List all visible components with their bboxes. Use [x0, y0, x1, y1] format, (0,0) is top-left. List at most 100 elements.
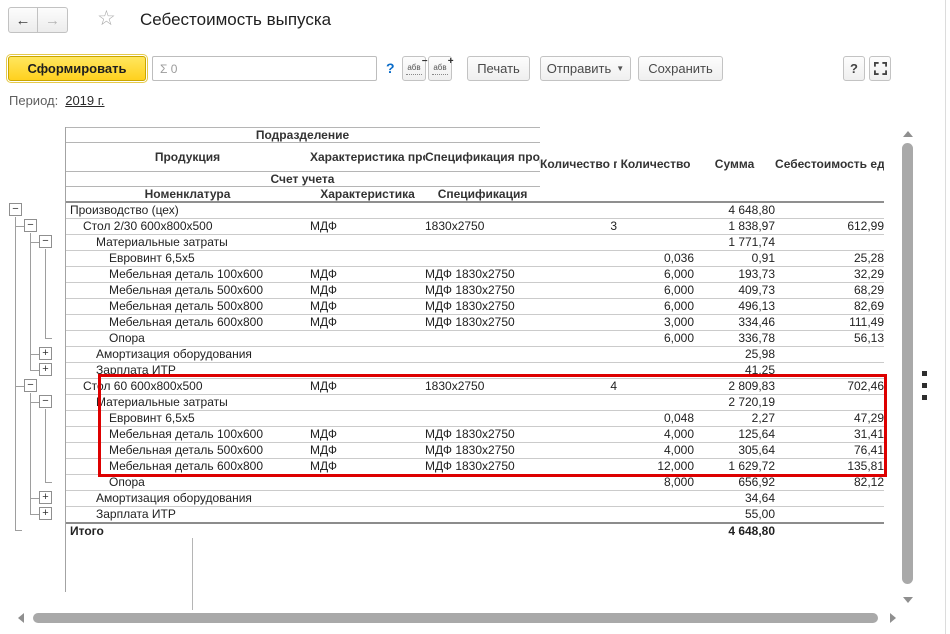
cell-qty-products[interactable] [540, 490, 618, 507]
expand-toggle-icon[interactable]: + [39, 363, 52, 376]
cell-characteristic[interactable]: МДФ [310, 218, 425, 235]
expand-toggle-icon[interactable]: + [39, 347, 52, 360]
cell-sum[interactable]: 34,64 [694, 490, 776, 507]
report-row[interactable]: Опора 6,000 336,78 56,13 [65, 330, 885, 347]
report-row[interactable]: Зарплата ИТР 55,00 [65, 506, 885, 524]
report-row[interactable]: Амортизация оборудования 25,98 [65, 346, 885, 363]
cell-characteristic[interactable] [310, 250, 425, 267]
collapse-toggle-icon[interactable]: − [24, 379, 37, 392]
cell-nomenclature[interactable]: Мебельная деталь 500x600 [65, 282, 310, 299]
cell-qty[interactable] [617, 234, 695, 251]
cell-unit-cost[interactable] [775, 490, 885, 507]
cell-specification[interactable]: 1830x2750 [425, 218, 541, 235]
cell-qty[interactable]: 6,000 [617, 266, 695, 283]
cell-unit-cost[interactable] [775, 346, 885, 363]
cell-qty[interactable]: 6,000 [617, 282, 695, 299]
cell-specification[interactable] [425, 346, 541, 363]
favorite-star-icon[interactable]: ☆ [97, 6, 116, 31]
cell-qty-products[interactable] [540, 314, 618, 331]
cell-nomenclature[interactable]: Мебельная деталь 600x800 [65, 314, 310, 331]
back-button[interactable]: ← [8, 7, 38, 33]
cell-sum[interactable]: 55,00 [694, 506, 776, 524]
report-row[interactable]: Мебельная деталь 100x600 МДФ МДФ 1830x2750… [65, 266, 885, 283]
cell-characteristic[interactable]: МДФ [310, 314, 425, 331]
cell-characteristic[interactable] [310, 522, 425, 539]
cell-sum[interactable]: 1 771,74 [694, 234, 776, 251]
vscroll-up-icon[interactable] [903, 131, 913, 137]
cell-qty[interactable] [617, 218, 695, 235]
cell-qty-products[interactable] [540, 298, 618, 315]
cell-nomenclature[interactable]: Стол 2/30 600x800x500 [65, 218, 310, 235]
autosum-field[interactable]: Σ 0 [152, 56, 377, 81]
period-value-link[interactable]: 2019 г. [65, 93, 104, 108]
expand-groups-button[interactable]: абв + [428, 56, 454, 81]
cell-qty-products[interactable]: 3 [540, 218, 618, 235]
save-button[interactable]: Сохранить [638, 56, 723, 81]
collapse-toggle-icon[interactable]: − [24, 219, 37, 232]
cell-specification[interactable] [425, 506, 541, 524]
cell-qty[interactable] [617, 202, 695, 219]
horizontal-scrollbar[interactable] [33, 613, 878, 623]
cell-qty-products[interactable] [540, 202, 618, 219]
cell-unit-cost[interactable]: 56,13 [775, 330, 885, 347]
report-row[interactable]: Материальные затраты 1 771,74 [65, 234, 885, 251]
cell-unit-cost[interactable] [775, 522, 885, 539]
cell-characteristic[interactable] [310, 506, 425, 524]
report-row[interactable]: Мебельная деталь 500x600 МДФ МДФ 1830x2750… [65, 282, 885, 299]
cell-nomenclature[interactable]: Амортизация оборудования [65, 490, 310, 507]
cell-sum[interactable]: 4 648,80 [694, 202, 776, 219]
cell-qty[interactable] [617, 522, 695, 539]
collapse-toggle-icon[interactable]: − [39, 235, 52, 248]
cell-characteristic[interactable] [310, 234, 425, 251]
cell-sum[interactable]: 193,73 [694, 266, 776, 283]
cell-specification[interactable]: МДФ 1830x2750 [425, 298, 541, 315]
cell-nomenclature[interactable]: Амортизация оборудования [65, 346, 310, 363]
cell-unit-cost[interactable]: 68,29 [775, 282, 885, 299]
cell-qty-products[interactable] [540, 282, 618, 299]
cell-sum[interactable]: 334,46 [694, 314, 776, 331]
cell-characteristic[interactable]: МДФ [310, 266, 425, 283]
cell-qty-products[interactable] [540, 522, 618, 539]
report-row[interactable]: Стол 2/30 600x800x500 МДФ 1830x2750 3 1 838,… [65, 218, 885, 235]
autosum-help-link[interactable]: ? [386, 60, 395, 76]
forward-button[interactable]: → [38, 7, 68, 33]
cell-characteristic[interactable] [310, 346, 425, 363]
cell-qty-products[interactable] [540, 250, 618, 267]
cell-nomenclature[interactable]: Материальные затраты [65, 234, 310, 251]
cell-sum[interactable]: 4 648,80 [694, 522, 776, 539]
cell-specification[interactable] [425, 202, 541, 219]
cell-characteristic[interactable]: МДФ [310, 282, 425, 299]
cell-sum[interactable]: 336,78 [694, 330, 776, 347]
cell-sum[interactable]: 1 838,97 [694, 218, 776, 235]
cell-specification[interactable] [425, 330, 541, 347]
vertical-scrollbar[interactable] [902, 143, 913, 584]
cell-nomenclature[interactable]: Итого [65, 522, 310, 539]
cell-nomenclature[interactable]: Мебельная деталь 500x800 [65, 298, 310, 315]
cell-nomenclature[interactable]: Производство (цех) [65, 202, 310, 219]
generate-button[interactable]: Сформировать [8, 56, 146, 81]
cell-characteristic[interactable] [310, 490, 425, 507]
cell-sum[interactable]: 25,98 [694, 346, 776, 363]
cell-unit-cost[interactable]: 612,99 [775, 218, 885, 235]
cell-sum[interactable]: 0,91 [694, 250, 776, 267]
cell-qty-products[interactable] [540, 330, 618, 347]
cell-specification[interactable] [425, 522, 541, 539]
cell-qty-products[interactable] [540, 506, 618, 524]
collapse-toggle-icon[interactable]: − [39, 395, 52, 408]
cell-qty[interactable] [617, 490, 695, 507]
help-button[interactable]: ? [843, 56, 865, 81]
send-button[interactable]: Отправить ▼ [540, 56, 631, 81]
cell-qty[interactable] [617, 346, 695, 363]
cell-unit-cost[interactable]: 111,49 [775, 314, 885, 331]
panel-splitter-grip[interactable] [922, 371, 927, 376]
collapse-groups-button[interactable]: абв − [402, 56, 428, 81]
cell-specification[interactable]: МДФ 1830x2750 [425, 314, 541, 331]
cell-specification[interactable] [425, 250, 541, 267]
cell-specification[interactable]: МДФ 1830x2750 [425, 266, 541, 283]
cell-characteristic[interactable]: МДФ [310, 298, 425, 315]
fullscreen-button[interactable] [869, 56, 891, 81]
hscroll-left-icon[interactable] [18, 613, 24, 623]
cell-qty[interactable]: 6,000 [617, 298, 695, 315]
report-row[interactable]: Мебельная деталь 500x800 МДФ МДФ 1830x2750… [65, 298, 885, 315]
panel-splitter-grip[interactable] [922, 383, 927, 388]
